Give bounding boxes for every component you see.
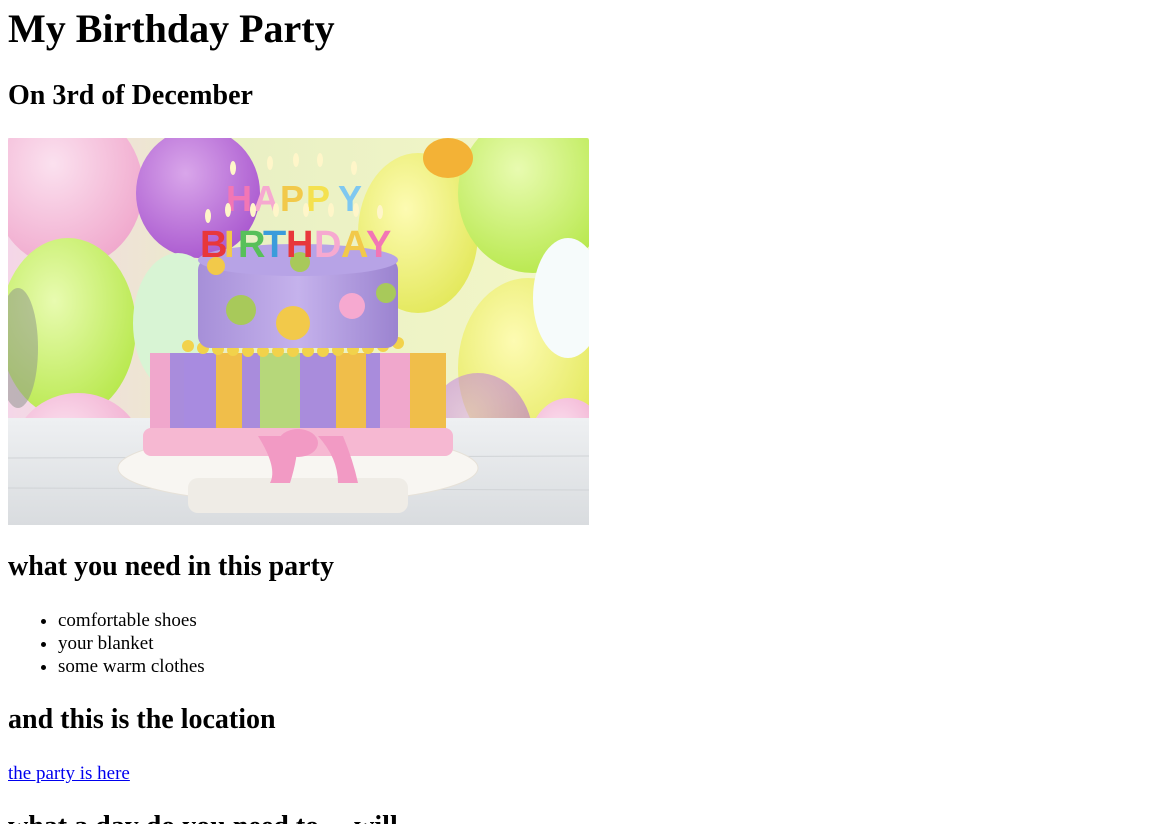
svg-text:Y: Y — [366, 224, 391, 266]
list-item: some warm clothes — [58, 655, 205, 678]
party-date-heading: On 3rd of December — [8, 80, 253, 111]
svg-text:A: A — [341, 224, 368, 266]
list-item: comfortable shoes — [58, 609, 205, 632]
svg-text:H: H — [286, 224, 313, 266]
next-heading: what a day do you need to ... will — [8, 811, 398, 824]
svg-text:T: T — [263, 224, 286, 266]
party-location-link[interactable]: the party is here — [8, 762, 130, 785]
birthday-cake-image: H A P P Y B I R T H D A Y — [8, 138, 589, 525]
needs-heading: what you need in this party — [8, 551, 334, 582]
page-title: My Birthday Party — [8, 6, 335, 51]
location-heading: and this is the location — [8, 704, 276, 735]
svg-text:P: P — [280, 178, 304, 219]
svg-text:I: I — [224, 224, 235, 266]
svg-text:P: P — [306, 178, 330, 219]
svg-text:R: R — [238, 224, 265, 266]
svg-text:D: D — [314, 224, 341, 266]
needs-list: comfortable shoes your blanket some warm… — [8, 609, 205, 678]
list-item: your blanket — [58, 632, 205, 655]
